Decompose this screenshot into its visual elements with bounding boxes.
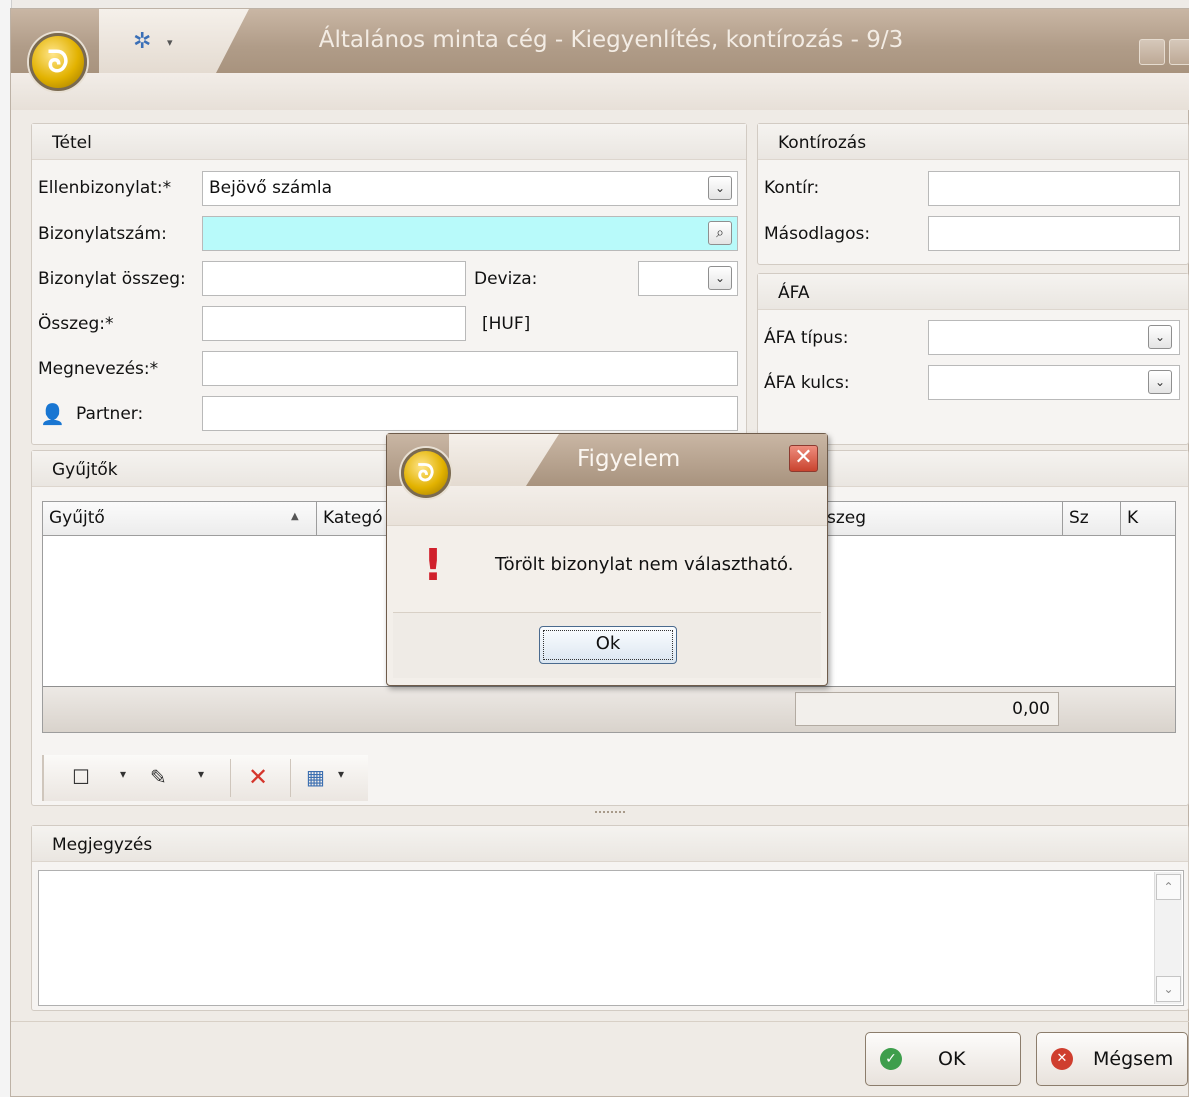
dialog-strip xyxy=(387,486,827,526)
minimize-button[interactable] xyxy=(1139,39,1165,65)
warning-dialog: ᘐ Figyelem ✕ ! Törölt bizonylat nem vála… xyxy=(386,433,828,686)
chevron-down-icon[interactable]: ▾ xyxy=(167,36,173,49)
user-icon[interactable]: 👤 xyxy=(40,402,65,426)
chevron-down-icon[interactable]: ⌄ xyxy=(1148,370,1172,394)
column-header-k[interactable]: K xyxy=(1127,502,1175,535)
grid-total: 0,00 xyxy=(795,692,1059,726)
deviza-label: Deviza: xyxy=(474,269,538,289)
sort-ascending-icon: ▲ xyxy=(291,511,299,522)
check-icon: ✓ xyxy=(880,1048,902,1070)
partner-label: Partner: xyxy=(76,404,144,424)
tetel-header: Tétel xyxy=(32,124,746,160)
column-header-gyujto[interactable]: Gyűjtő xyxy=(43,502,317,535)
megnevezes-input[interactable] xyxy=(202,351,738,386)
exclamation-icon: ! xyxy=(423,540,444,591)
dialog-message: Törölt bizonylat nem választható. xyxy=(495,554,794,575)
bizonylat-osszeg-label: Bizonylat összeg: xyxy=(38,269,186,289)
grid-footer-row: 0,00 xyxy=(43,686,1175,732)
afa-tipus-label: ÁFA típus: xyxy=(764,328,849,348)
kontir-label: Kontír: xyxy=(764,178,820,198)
afa-tipus-select[interactable] xyxy=(928,320,1180,355)
footer-divider xyxy=(11,1021,1189,1022)
search-icon[interactable]: ⌕ xyxy=(708,221,732,245)
dialog-ok-button[interactable]: Ok xyxy=(539,626,677,664)
chevron-down-icon[interactable]: ▾ xyxy=(120,767,126,781)
grid-toolbar: ☐ ▾ ✎ ▾ ✕ ▦ ▾ xyxy=(42,755,368,801)
toolbar-divider xyxy=(290,759,291,797)
window-title: Általános minta cég - Kiegyenlítés, kont… xyxy=(318,27,904,53)
megjegyzes-header: Megjegyzés xyxy=(32,826,1188,862)
ok-button[interactable]: ✓ OK xyxy=(865,1032,1021,1086)
bizonylatszam-label: Bizonylatszám: xyxy=(38,224,167,244)
close-icon[interactable]: ✕ xyxy=(789,445,818,472)
megnevezes-label: Megnevezés:* xyxy=(38,359,159,379)
afa-kulcs-select[interactable] xyxy=(928,365,1180,400)
column-header-label: K xyxy=(1127,508,1139,528)
new-item-icon[interactable]: ☐ xyxy=(72,765,90,789)
cancel-icon: ✕ xyxy=(1051,1048,1073,1070)
ribbon-strip xyxy=(11,73,1189,110)
chevron-down-icon[interactable]: ▾ xyxy=(198,767,204,781)
scrollbar[interactable]: ⌃ ⌄ xyxy=(1154,872,1182,1004)
edit-item-icon[interactable]: ✎ xyxy=(150,765,167,789)
column-header-label: Gyűjtő xyxy=(49,508,105,528)
column-header-label: szeg xyxy=(827,508,867,528)
kontir-input[interactable] xyxy=(928,171,1180,206)
masodlagos-input[interactable] xyxy=(928,216,1180,251)
column-header-sz[interactable]: Sz xyxy=(1069,502,1121,535)
maximize-button[interactable] xyxy=(1169,39,1189,65)
ellenbizonylat-select[interactable]: Bejövő számla xyxy=(202,171,738,206)
afa-header: ÁFA xyxy=(758,274,1188,310)
megjegyzes-panel: Megjegyzés ⌃ ⌄ xyxy=(31,825,1189,1011)
app-logo-icon[interactable]: ᘐ xyxy=(29,33,87,91)
ok-button-label: OK xyxy=(938,1048,966,1070)
scroll-up-icon[interactable]: ⌃ xyxy=(1156,874,1181,900)
partner-input[interactable] xyxy=(202,396,738,431)
currency-unit: [HUF] xyxy=(482,314,531,334)
cancel-button[interactable]: ✕ Mégsem xyxy=(1036,1032,1188,1086)
splitter-grip[interactable] xyxy=(595,811,625,815)
kontirozas-header: Kontírozás xyxy=(758,124,1188,160)
chevron-down-icon[interactable]: ⌄ xyxy=(708,266,732,290)
afa-kulcs-label: ÁFA kulcs: xyxy=(764,373,850,393)
kontirozas-panel: Kontírozás Kontír: Másodlagos: xyxy=(757,123,1189,265)
scroll-down-icon[interactable]: ⌄ xyxy=(1156,976,1181,1002)
ellenbizonylat-label: Ellenbizonylat:* xyxy=(38,178,172,198)
cancel-button-label: Mégsem xyxy=(1093,1048,1174,1070)
osszeg-label: Összeg:* xyxy=(38,314,114,334)
column-header-osszeg[interactable]: szeg xyxy=(827,502,1063,535)
chevron-down-icon[interactable]: ⌄ xyxy=(1148,325,1172,349)
tetel-panel: Tétel Ellenbizonylat:* Bejövő számla ⌄ B… xyxy=(31,123,747,445)
chevron-down-icon[interactable]: ▾ xyxy=(338,767,344,781)
chevron-down-icon[interactable]: ⌄ xyxy=(708,176,732,200)
bizonylat-osszeg-input[interactable] xyxy=(202,261,466,296)
dialog-title: Figyelem xyxy=(577,446,681,472)
toolbar-divider xyxy=(230,759,231,797)
masodlagos-label: Másodlagos: xyxy=(764,224,871,244)
megjegyzes-textarea[interactable] xyxy=(38,870,1184,1006)
column-header-label: Sz xyxy=(1069,508,1089,528)
delete-icon[interactable]: ✕ xyxy=(248,763,268,791)
app-logo-icon: ᘐ xyxy=(401,448,451,498)
bizonylatszam-input[interactable] xyxy=(202,216,738,251)
osszeg-input[interactable] xyxy=(202,306,466,341)
afa-panel: ÁFA ÁFA típus: ⌄ ÁFA kulcs: ⌄ xyxy=(757,273,1189,445)
gear-icon[interactable]: ✲ xyxy=(133,29,151,54)
grid-filter-icon[interactable]: ▦ xyxy=(306,765,325,789)
column-header-label: Kategó xyxy=(323,508,383,528)
